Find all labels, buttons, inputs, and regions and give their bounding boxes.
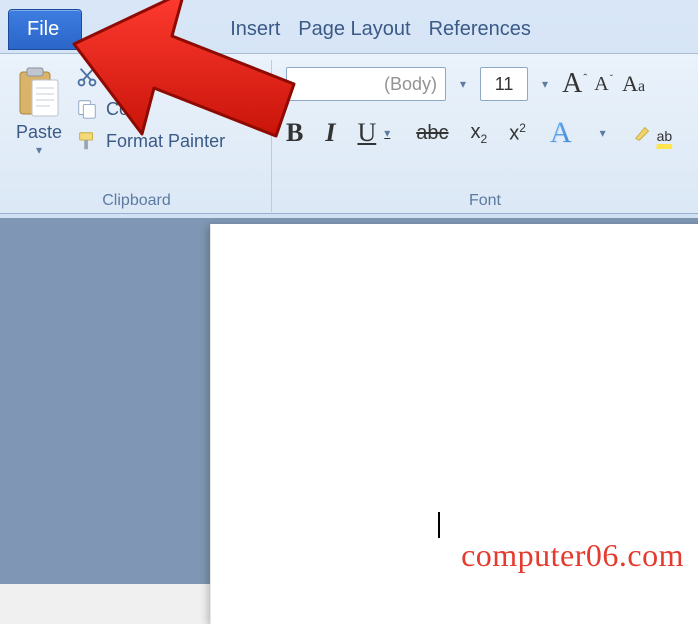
grow-font-button[interactable]: Aˆ	[562, 68, 586, 100]
strikethrough-button[interactable]: abc	[416, 122, 448, 145]
font-group-label: Font	[286, 188, 684, 212]
font-name-input[interactable]: (Body)	[286, 67, 446, 101]
scissors-icon	[76, 66, 98, 88]
clipboard-group: Paste ▾	[6, 60, 272, 212]
paste-label: Paste	[16, 122, 62, 143]
clipboard-group-label: Clipboard	[10, 188, 263, 212]
font-size-input[interactable]: 11	[480, 67, 528, 101]
cut-button[interactable]	[76, 66, 225, 88]
paintbrush-icon	[76, 130, 98, 152]
underline-dropdown[interactable]: ▾	[380, 126, 394, 141]
paste-dropdown-arrow[interactable]: ▾	[36, 143, 42, 157]
superscript-button[interactable]: x2	[509, 121, 526, 146]
change-case-button[interactable]: Aa	[622, 71, 645, 97]
references-tab[interactable]: References	[423, 8, 537, 51]
ribbon-tabs: File Insert Page Layout References	[0, 0, 698, 54]
subscript-button[interactable]: x2	[471, 121, 488, 146]
text-cursor	[438, 512, 440, 538]
watermark-text: computer06.com	[461, 537, 684, 574]
copy-button[interactable]: Co	[76, 98, 225, 120]
bold-button[interactable]: B	[286, 118, 303, 148]
file-tab[interactable]: File	[8, 9, 82, 50]
text-effects-button[interactable]: A	[548, 116, 574, 150]
copy-label: Co	[106, 99, 129, 120]
document-canvas	[0, 218, 698, 584]
format-painter-label: Format Painter	[106, 131, 225, 152]
paste-icon	[16, 66, 62, 120]
highlight-button[interactable]: ab	[632, 122, 673, 144]
underline-button[interactable]: U ▾	[357, 118, 394, 148]
font-group: (Body) ▾ 11 ▾ Aˆ Aˇ Aa B I	[272, 60, 692, 212]
page-layout-tab[interactable]: Page Layout	[292, 8, 416, 51]
font-name-dropdown[interactable]: ▾	[456, 77, 470, 91]
insert-tab[interactable]: Insert	[224, 8, 286, 51]
format-painter-button[interactable]: Format Painter	[76, 130, 225, 152]
font-size-dropdown[interactable]: ▾	[538, 77, 552, 91]
italic-button[interactable]: I	[325, 118, 335, 148]
ribbon: Paste ▾	[0, 54, 698, 214]
text-effects-dropdown[interactable]: ▾	[596, 126, 610, 140]
shrink-font-button[interactable]: Aˇ	[594, 73, 612, 96]
paste-button[interactable]: Paste ▾	[10, 62, 68, 161]
copy-icon	[76, 98, 98, 120]
highlighter-icon	[632, 122, 654, 144]
word-window: File Insert Page Layout References	[0, 0, 698, 584]
